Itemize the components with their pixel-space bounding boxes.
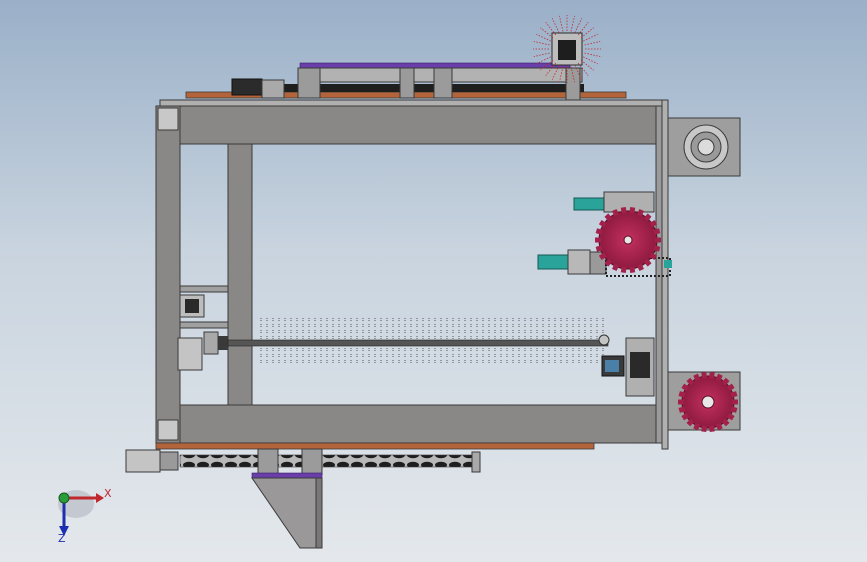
bottom-rail bbox=[155, 442, 595, 450]
bottom-bracket-1 bbox=[257, 448, 279, 476]
brush-bristle bbox=[533, 41, 550, 46]
brush-roller bbox=[227, 316, 609, 364]
lower-small-wheel bbox=[598, 334, 610, 346]
brush-bristle bbox=[584, 41, 601, 46]
top-coupling bbox=[261, 79, 285, 99]
gear-tooth bbox=[708, 425, 715, 433]
frame-bottom-beam bbox=[155, 404, 657, 444]
belt-top bbox=[299, 62, 571, 69]
frame-top-plate bbox=[159, 99, 665, 107]
gear-tooth bbox=[701, 425, 708, 433]
gear-tooth bbox=[708, 371, 715, 379]
coordinate-triad: X Z bbox=[58, 487, 112, 545]
top-motor bbox=[231, 78, 263, 96]
top-drive-assembly bbox=[185, 15, 627, 101]
hopper-side bbox=[315, 477, 323, 549]
bottom-coupling bbox=[159, 451, 179, 471]
brush-bristle bbox=[583, 33, 598, 42]
brush-bristle bbox=[583, 56, 598, 65]
brush-shaft bbox=[227, 339, 609, 347]
gear-lower-hub bbox=[701, 395, 715, 409]
axis-y-dot bbox=[58, 492, 70, 504]
left-shaft-collar bbox=[218, 336, 228, 350]
top-bracket-2 bbox=[399, 67, 415, 99]
axis-z-label: Z bbox=[58, 532, 66, 545]
chain-end-cap bbox=[471, 451, 481, 473]
top-bracket-3 bbox=[433, 67, 453, 99]
brush-bristle bbox=[570, 15, 575, 32]
bearing-inner-ring bbox=[697, 138, 715, 156]
gear-tooth bbox=[620, 206, 627, 214]
axis-x-label: X bbox=[104, 487, 112, 500]
gear-tooth bbox=[595, 237, 601, 243]
top-bracket-1 bbox=[297, 67, 321, 99]
left-motor-body bbox=[177, 337, 203, 371]
gear-tooth bbox=[678, 399, 684, 405]
teal-motor-mid bbox=[537, 254, 569, 270]
corner-block-tl bbox=[157, 107, 179, 131]
left-bearing-top-core bbox=[185, 299, 199, 313]
assembly-drawing: X Z bbox=[58, 15, 741, 549]
lower-motor-face bbox=[605, 360, 619, 372]
hopper-strip bbox=[251, 472, 323, 479]
mid-teal-tab bbox=[664, 260, 672, 268]
bottom-bracket-2 bbox=[301, 448, 323, 476]
gear-tooth bbox=[732, 399, 738, 405]
gear-tooth bbox=[701, 371, 708, 379]
brush-bristle bbox=[584, 52, 601, 57]
left-motor-assembly bbox=[177, 294, 228, 371]
mid-coupling bbox=[567, 249, 591, 275]
frame-inner-column bbox=[227, 143, 253, 406]
frame-top-beam bbox=[155, 105, 657, 145]
corner-block-bl bbox=[157, 419, 179, 441]
brush-bristle bbox=[551, 18, 560, 33]
teal-motor-upper bbox=[573, 197, 605, 211]
brush-bristle bbox=[559, 15, 564, 32]
hopper-chute bbox=[251, 477, 323, 549]
brush-bristle bbox=[533, 52, 550, 57]
right-external-units bbox=[667, 117, 741, 433]
gear-tooth bbox=[655, 237, 661, 243]
chain-conveyor bbox=[179, 454, 475, 468]
cad-viewport[interactable]: X Z bbox=[0, 0, 867, 562]
bottom-conveyor-assembly bbox=[125, 448, 481, 549]
gear-tooth bbox=[629, 266, 636, 274]
cross-bar-2 bbox=[179, 321, 229, 329]
brush-bristle bbox=[574, 18, 583, 33]
upper-gearbox bbox=[603, 191, 655, 213]
brush-bristle bbox=[536, 33, 551, 42]
left-coupling bbox=[203, 331, 219, 355]
right-drive-assembly bbox=[537, 191, 672, 397]
bottom-motor bbox=[125, 449, 161, 473]
gear-tooth bbox=[620, 266, 627, 274]
cross-bar-1 bbox=[179, 285, 229, 293]
top-motor-face bbox=[558, 40, 576, 60]
top-bracket-4 bbox=[565, 67, 581, 101]
gear-upper-hub bbox=[623, 235, 633, 245]
lower-bearing-box bbox=[630, 352, 650, 378]
frame-left-beam bbox=[155, 105, 181, 444]
axis-x-arrow bbox=[96, 493, 104, 503]
frame-right-edge bbox=[661, 99, 669, 450]
gear-tooth bbox=[629, 206, 636, 214]
